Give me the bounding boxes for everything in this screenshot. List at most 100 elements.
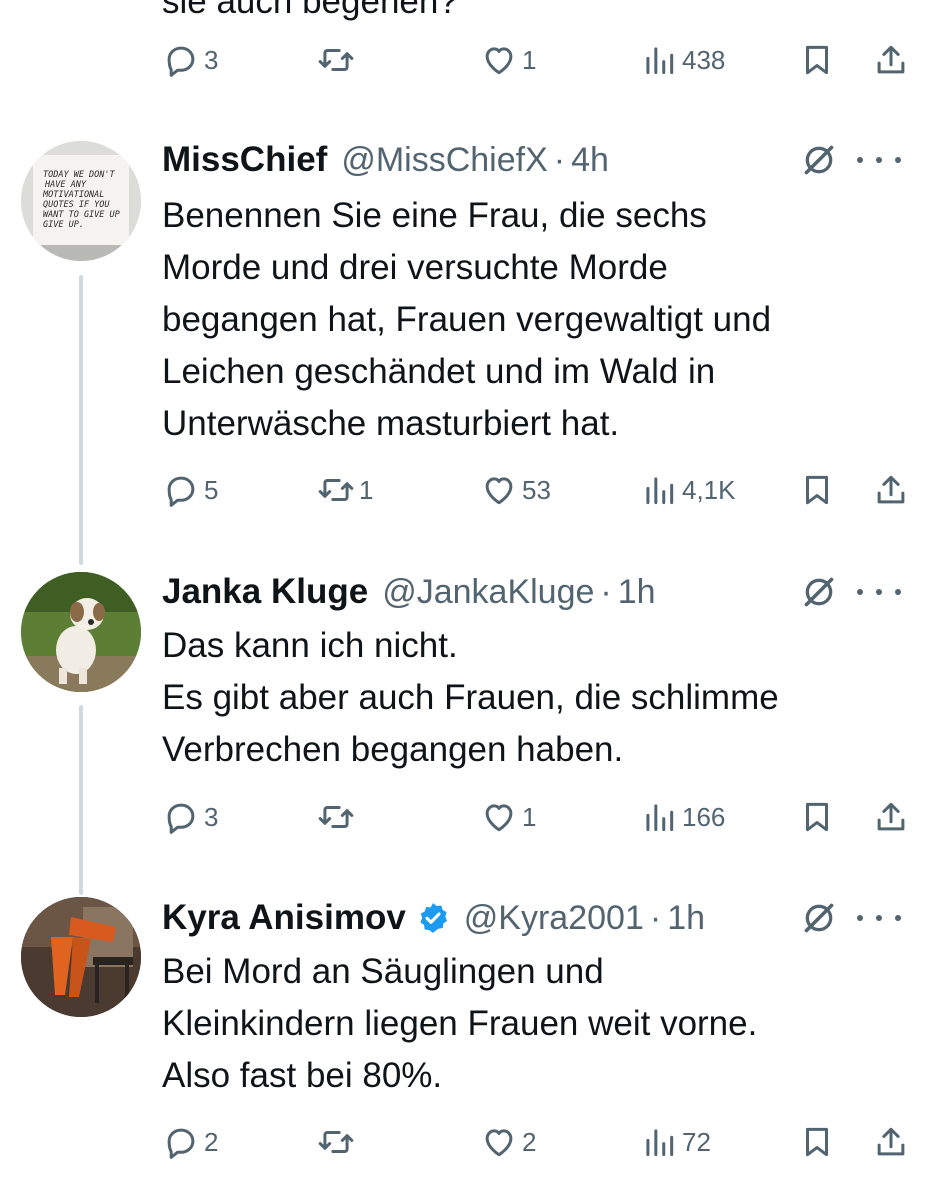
thread-line <box>79 705 83 895</box>
thread-line <box>79 275 83 565</box>
views-button[interactable]: 438 <box>640 38 725 82</box>
like-count: 2 <box>522 1126 537 1157</box>
retweet-button[interactable]: 1 <box>317 468 373 512</box>
verified-icon <box>420 903 447 933</box>
avatar[interactable] <box>21 572 141 692</box>
svg-text:WANT TO GIVE UP: WANT TO GIVE UP <box>43 210 120 220</box>
avatar[interactable]: TODAY WE DON'T HAVE ANY MOTIVATIONAL QUO… <box>21 141 141 261</box>
reply-count: 5 <box>204 474 219 505</box>
views-icon <box>646 477 674 505</box>
retweet-icon <box>318 478 354 502</box>
display-name[interactable]: Janka Kluge <box>162 572 368 612</box>
tweet-actions: 5 1 53 4,1K <box>162 468 914 512</box>
bookmark-icon <box>805 1127 829 1157</box>
avatar-image <box>21 572 141 692</box>
bookmark-icon <box>805 475 829 505</box>
like-button[interactable]: 1 <box>480 38 536 82</box>
retweet-button[interactable] <box>317 795 359 839</box>
views-button[interactable]: 166 <box>640 795 725 839</box>
like-icon <box>485 804 513 832</box>
views-count: 4,1K <box>682 474 736 505</box>
tweet-header: MissChief @MissChiefX · 4h <box>162 136 921 184</box>
like-button[interactable]: 2 <box>480 1120 536 1164</box>
views-icon <box>646 47 674 75</box>
more-icon[interactable] <box>857 572 901 612</box>
reply-icon <box>167 476 195 507</box>
grok-icon[interactable] <box>799 572 839 612</box>
reply-count: 3 <box>204 801 219 832</box>
grok-icon[interactable] <box>799 898 839 938</box>
bookmark-button[interactable] <box>798 468 836 512</box>
retweet-button[interactable] <box>317 38 359 82</box>
share-icon <box>877 1127 905 1156</box>
bookmark-button[interactable] <box>798 795 836 839</box>
share-button[interactable] <box>872 468 910 512</box>
views-icon <box>646 804 674 832</box>
retweet-icon <box>318 1130 354 1154</box>
reply-button[interactable]: 3 <box>162 38 218 82</box>
username[interactable]: @JankaKluge <box>382 573 594 612</box>
timestamp[interactable]: 1h <box>618 573 656 612</box>
display-name[interactable]: MissChief <box>162 140 327 180</box>
retweet-icon <box>318 805 354 829</box>
svg-text:TODAY WE DON'T: TODAY WE DON'T <box>43 170 116 180</box>
partial-tweet-text: sie auch begehen? <box>162 0 458 21</box>
more-icon[interactable] <box>857 140 901 180</box>
reply-icon <box>167 46 195 77</box>
like-button[interactable]: 1 <box>480 795 536 839</box>
share-button[interactable] <box>872 795 910 839</box>
more-icon[interactable] <box>857 898 901 938</box>
username[interactable]: @MissChiefX <box>341 141 547 180</box>
tweet-header: Janka Kluge @JankaKluge · 1h <box>162 568 921 616</box>
reply-icon <box>167 803 195 834</box>
like-button[interactable]: 53 <box>480 468 551 512</box>
share-icon <box>877 802 905 831</box>
tweet-text: Benennen Sie eine Frau, die sechs Morde … <box>162 196 772 443</box>
retweet-button[interactable] <box>317 1120 359 1164</box>
display-name[interactable]: Kyra Anisimov <box>162 898 406 938</box>
views-button[interactable]: 4,1K <box>640 468 736 512</box>
separator-dot: · <box>600 572 612 611</box>
share-button[interactable] <box>872 38 910 82</box>
reply-button[interactable]: 3 <box>162 795 218 839</box>
bookmark-button[interactable] <box>798 38 836 82</box>
reply-icon <box>167 1128 195 1159</box>
like-count: 1 <box>522 44 537 75</box>
like-icon <box>485 47 513 75</box>
share-icon <box>877 475 905 504</box>
retweet-icon <box>318 48 354 72</box>
views-button[interactable]: 72 <box>640 1120 711 1164</box>
tweet-text: Das kann ich nicht. Es gibt aber auch Fr… <box>162 626 779 769</box>
reply-count: 2 <box>204 1126 219 1157</box>
svg-text:GIVE UP.: GIVE UP. <box>43 220 84 230</box>
avatar[interactable] <box>21 897 141 1017</box>
bookmark-button[interactable] <box>798 1120 836 1164</box>
like-icon <box>485 1129 513 1157</box>
share-button[interactable] <box>872 1120 910 1164</box>
username[interactable]: @Kyra2001 <box>464 899 644 938</box>
reply-button[interactable]: 5 <box>162 468 218 512</box>
avatar-image: TODAY WE DON'T HAVE ANY MOTIVATIONAL QUO… <box>21 141 141 261</box>
views-count: 72 <box>682 1126 711 1157</box>
separator-dot: · <box>553 140 566 179</box>
views-count: 166 <box>682 801 726 832</box>
like-count: 53 <box>522 474 551 505</box>
views-count: 438 <box>682 44 726 75</box>
like-icon <box>485 477 513 505</box>
reply-button[interactable]: 2 <box>162 1120 218 1164</box>
tweet-actions: 3 1 166 <box>162 795 914 839</box>
avatar-image <box>21 897 141 1017</box>
timestamp[interactable]: 1h <box>667 899 705 938</box>
grok-icon[interactable] <box>799 140 839 180</box>
timestamp[interactable]: 4h <box>571 141 609 180</box>
like-count: 1 <box>522 801 537 832</box>
svg-text:MOTIVATIONAL: MOTIVATIONAL <box>42 190 104 200</box>
tweet-actions: 2 2 72 <box>162 1120 914 1164</box>
bookmark-icon <box>805 802 829 832</box>
tweet-actions: 3 1 438 <box>162 38 914 82</box>
svg-text:HAVE ANY: HAVE ANY <box>44 180 87 190</box>
tweet-text: Bei Mord an Säuglingen und Kleinkindern … <box>162 952 758 1095</box>
svg-text:QUOTES IF YOU: QUOTES IF YOU <box>43 200 110 210</box>
reply-count: 3 <box>204 44 219 75</box>
bookmark-icon <box>805 45 829 75</box>
